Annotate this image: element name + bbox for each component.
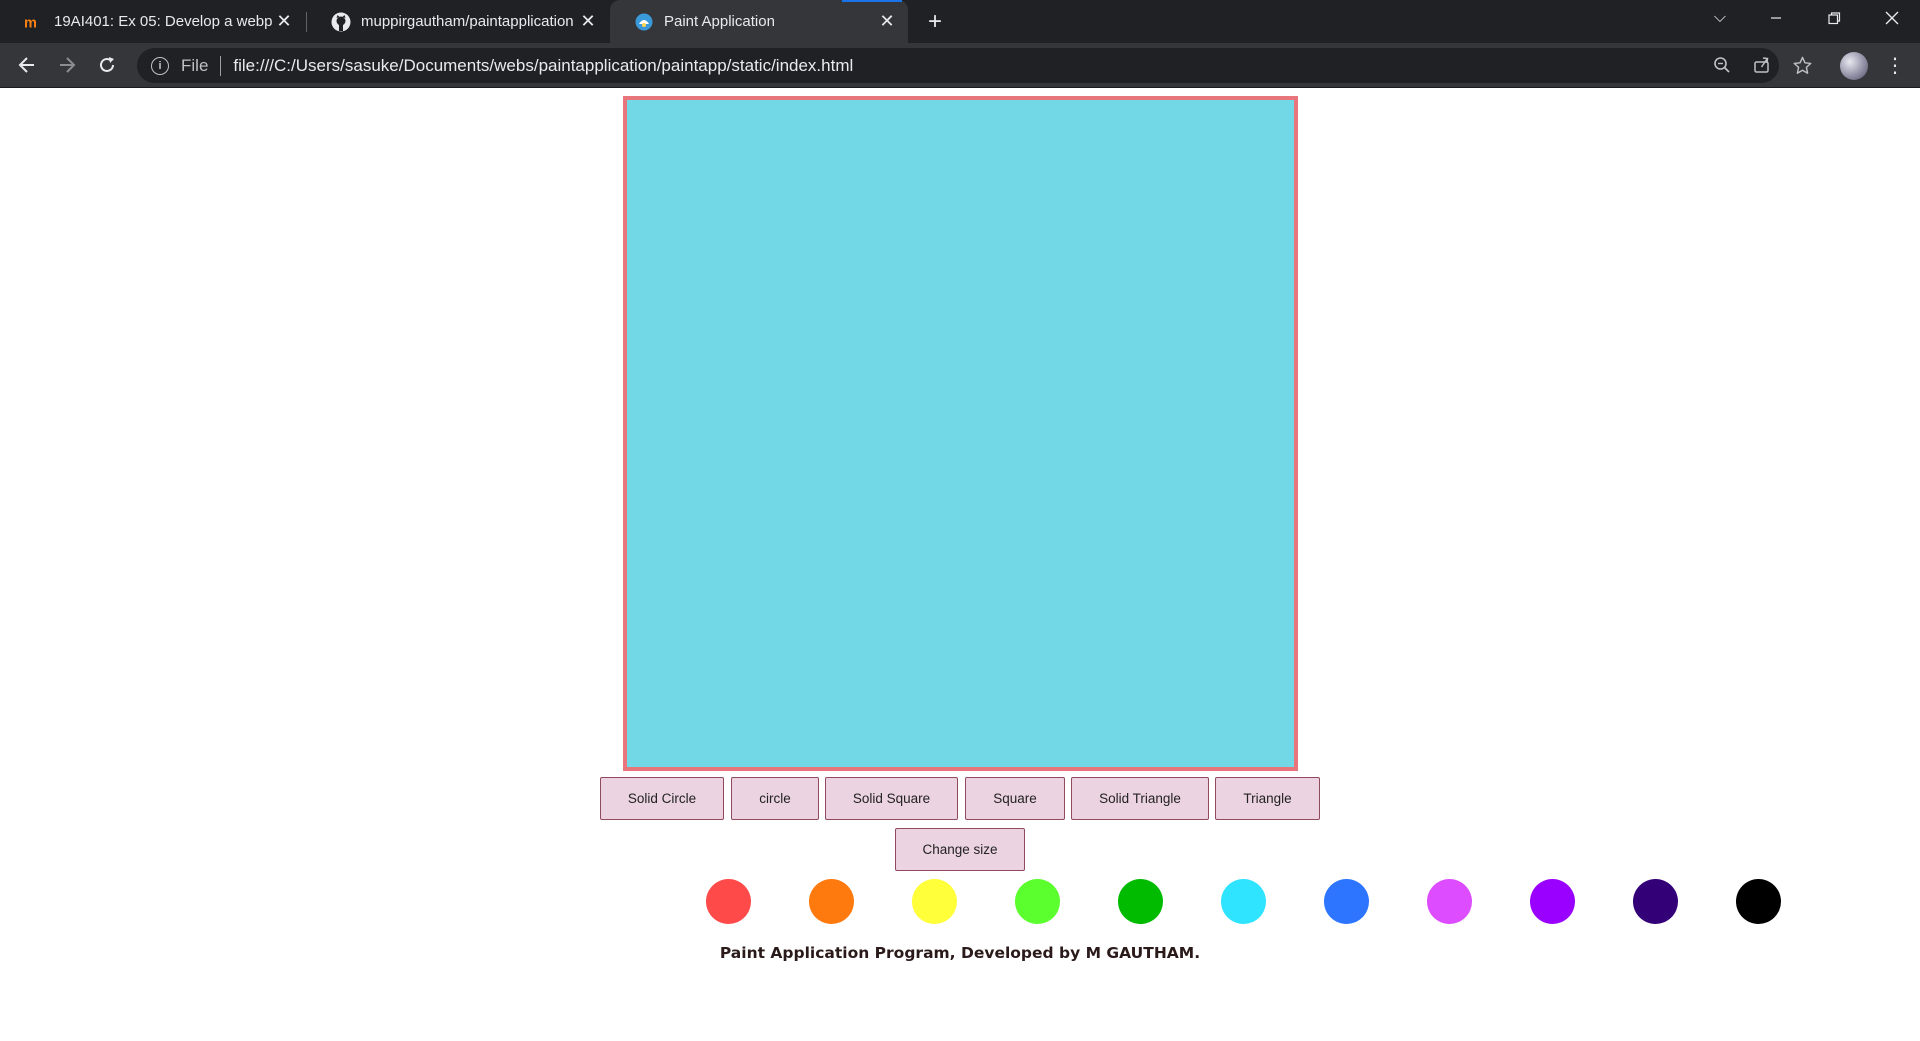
color-swatch[interactable] <box>809 879 854 924</box>
close-icon[interactable]: ✕ <box>273 11 295 33</box>
new-tab-button[interactable]: + <box>922 8 948 35</box>
color-swatch[interactable] <box>912 879 957 924</box>
scheme-label: File <box>181 55 209 75</box>
square-button[interactable]: Square <box>965 777 1065 820</box>
shape-button-row: Solid Circle circle Solid Square Square … <box>0 777 1920 821</box>
color-swatch[interactable] <box>1530 879 1575 924</box>
tab-title: muppirgautham/paintapplication <box>361 13 574 30</box>
moodle-icon: m <box>24 12 44 32</box>
tab-title: 19AI401: Ex 05: Develop a webpa <box>54 13 273 30</box>
close-icon[interactable]: ✕ <box>577 11 599 33</box>
close-window-icon[interactable] <box>1864 0 1920 36</box>
divider <box>220 55 222 76</box>
triangle-button[interactable]: Triangle <box>1215 777 1320 820</box>
address-bar[interactable]: i File file:///C:/Users/sasuke/Documents… <box>137 48 1779 83</box>
tab-paint-application[interactable]: Paint Application ✕ <box>610 0 908 43</box>
restore-icon[interactable] <box>1806 0 1862 36</box>
solid-square-button[interactable]: Solid Square <box>825 777 958 820</box>
color-swatch[interactable] <box>1736 879 1781 924</box>
solid-circle-button[interactable]: Solid Circle <box>600 777 724 820</box>
forward-icon[interactable] <box>52 50 82 80</box>
tab-github[interactable]: muppirgautham/paintapplication ✕ <box>307 0 609 43</box>
more-menu-icon[interactable]: ⋮ <box>1885 52 1905 78</box>
share-icon[interactable] <box>1749 52 1775 78</box>
drawing-canvas[interactable] <box>623 96 1298 771</box>
page-content: Solid Circle circle Solid Square Square … <box>0 89 1920 1041</box>
back-icon[interactable] <box>12 50 42 80</box>
svg-text:m: m <box>24 15 37 30</box>
url-text[interactable]: file:///C:/Users/sasuke/Documents/webs/p… <box>233 56 853 76</box>
solid-triangle-button[interactable]: Solid Triangle <box>1071 777 1209 820</box>
tab-search-icon[interactable]: ⌵ <box>1692 0 1748 36</box>
footer-credit: Paint Application Program, Developed by … <box>719 944 1201 962</box>
color-swatch[interactable] <box>1015 879 1060 924</box>
color-swatch[interactable] <box>1118 879 1163 924</box>
app-icon <box>634 12 654 32</box>
color-swatch[interactable] <box>1427 879 1472 924</box>
circle-button[interactable]: circle <box>731 777 819 820</box>
reload-icon[interactable] <box>92 50 122 80</box>
browser-tab-strip: m 19AI401: Ex 05: Develop a webpa ✕ mupp… <box>0 0 1920 43</box>
info-icon[interactable]: i <box>151 56 169 75</box>
color-swatch[interactable] <box>1633 879 1678 924</box>
close-icon[interactable]: ✕ <box>876 11 898 33</box>
profile-avatar[interactable] <box>1840 52 1868 80</box>
color-swatch[interactable] <box>1324 879 1369 924</box>
color-swatch[interactable] <box>706 879 751 924</box>
minimize-icon[interactable] <box>1748 0 1804 36</box>
tab-title: Paint Application <box>664 13 775 30</box>
change-size-button[interactable]: Change size <box>895 828 1025 871</box>
zoom-icon[interactable] <box>1709 52 1735 78</box>
bookmark-star-icon[interactable] <box>1789 52 1815 78</box>
github-icon <box>331 12 351 32</box>
browser-toolbar: i File file:///C:/Users/sasuke/Documents… <box>0 43 1920 88</box>
color-swatch[interactable] <box>1221 879 1266 924</box>
color-palette <box>0 879 1920 925</box>
tab-moodle[interactable]: m 19AI401: Ex 05: Develop a webpa ✕ <box>0 0 305 43</box>
